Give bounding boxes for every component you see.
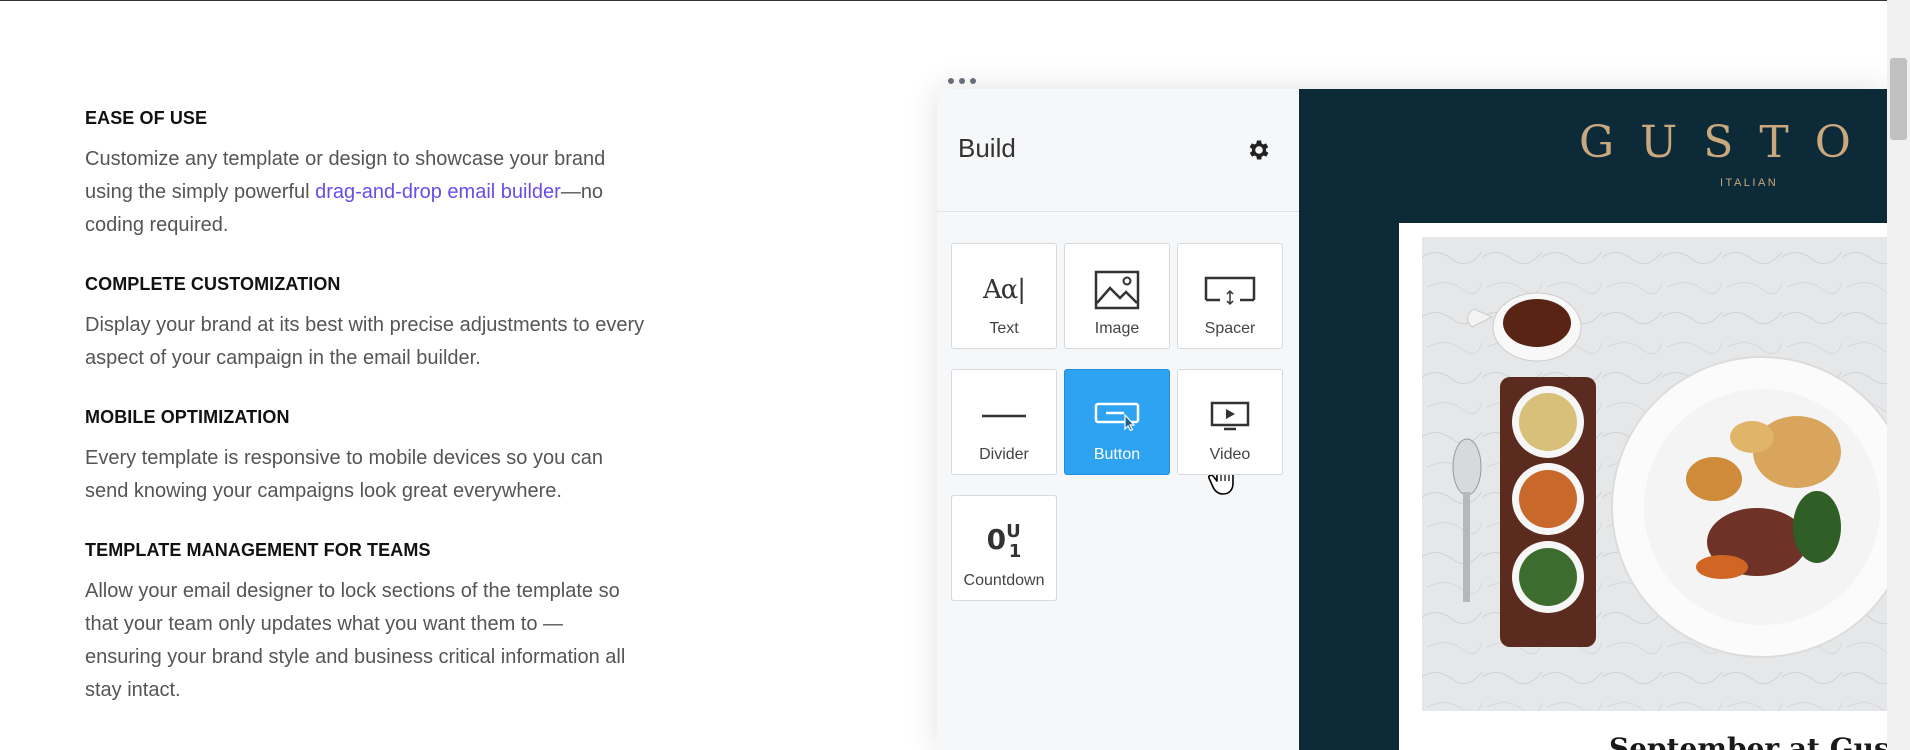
spacer-icon [1204, 264, 1256, 316]
feature-ease-of-use: EASE OF USE Customize any template or de… [85, 108, 645, 242]
button-icon [1094, 390, 1140, 442]
tile-label: Spacer [1204, 320, 1256, 337]
feature-description: Customize any template or design to show… [85, 143, 645, 242]
tile-label: Image [1094, 320, 1140, 337]
text-icon: Aα| [982, 275, 1026, 305]
feature-mobile-optimization: MOBILE OPTIMIZATION Every template is re… [85, 407, 645, 508]
brand-logo-text: GUSTO [1579, 117, 1877, 168]
feature-description: Every template is responsive to mobile d… [85, 447, 604, 502]
text-block-tile[interactable]: Aα| Text [951, 243, 1057, 349]
spacer-block-tile[interactable]: Spacer [1177, 243, 1283, 349]
image-icon [1094, 264, 1140, 316]
feature-heading: MOBILE OPTIMIZATION [85, 407, 290, 427]
feature-description: Display your brand at its best with prec… [85, 314, 645, 369]
window-dots-icon [948, 78, 976, 84]
email-heading: September at Gusto [1609, 732, 1887, 750]
gear-icon[interactable] [1246, 137, 1272, 163]
divider-icon [981, 390, 1027, 442]
feature-description: Allow your email designer to lock sectio… [85, 580, 626, 701]
build-panel-title: Build [958, 133, 1016, 163]
video-icon [1210, 390, 1250, 442]
tile-label: Countdown [963, 572, 1045, 589]
tile-label: Text [989, 320, 1019, 337]
scrollbar-thumb[interactable] [1890, 58, 1907, 140]
feature-heading: COMPLETE CUSTOMIZATION [85, 274, 341, 294]
tile-label: Divider [979, 446, 1029, 463]
content-blocks-grid: Aα| Text Image Spacer Divider Button Vid… [951, 243, 1283, 601]
image-block-tile[interactable]: Image [1064, 243, 1170, 349]
email-builder-mockup: Build Aα| Text Image Spacer Divider Butt… [937, 89, 1887, 750]
feature-complete-customization: COMPLETE CUSTOMIZATION Display your bran… [85, 274, 645, 375]
build-panel: Build Aα| Text Image Spacer Divider Butt… [937, 89, 1300, 750]
email-content-card: September at Gusto [1399, 223, 1887, 750]
feature-heading: TEMPLATE MANAGEMENT FOR TEAMS [85, 540, 431, 560]
brand-subtitle: ITALIAN [1720, 177, 1779, 189]
divider-block-tile[interactable]: Divider [951, 369, 1057, 475]
button-block-tile[interactable]: Button [1064, 369, 1234, 495]
email-preview: GUSTO ITALIAN September at Gus [1299, 89, 1887, 750]
feature-list: EASE OF USE Customize any template or de… [85, 108, 645, 739]
top-divider [0, 0, 1910, 1]
page-scrollbar[interactable] [1887, 0, 1910, 750]
countdown-icon: 0U1 [986, 521, 1022, 562]
feature-heading: EASE OF USE [85, 108, 208, 128]
food-photo-image [1422, 237, 1887, 711]
countdown-block-tile[interactable]: 0U1 Countdown [951, 495, 1057, 601]
tile-label: Button [1093, 446, 1141, 463]
tile-label: Video [1209, 446, 1251, 463]
build-panel-header: Build [937, 89, 1299, 212]
video-block-tile[interactable]: Video [1177, 369, 1283, 475]
drag-and-drop-builder-link[interactable]: drag-and-drop email builder [315, 181, 561, 203]
feature-template-management: TEMPLATE MANAGEMENT FOR TEAMS Allow your… [85, 540, 645, 707]
